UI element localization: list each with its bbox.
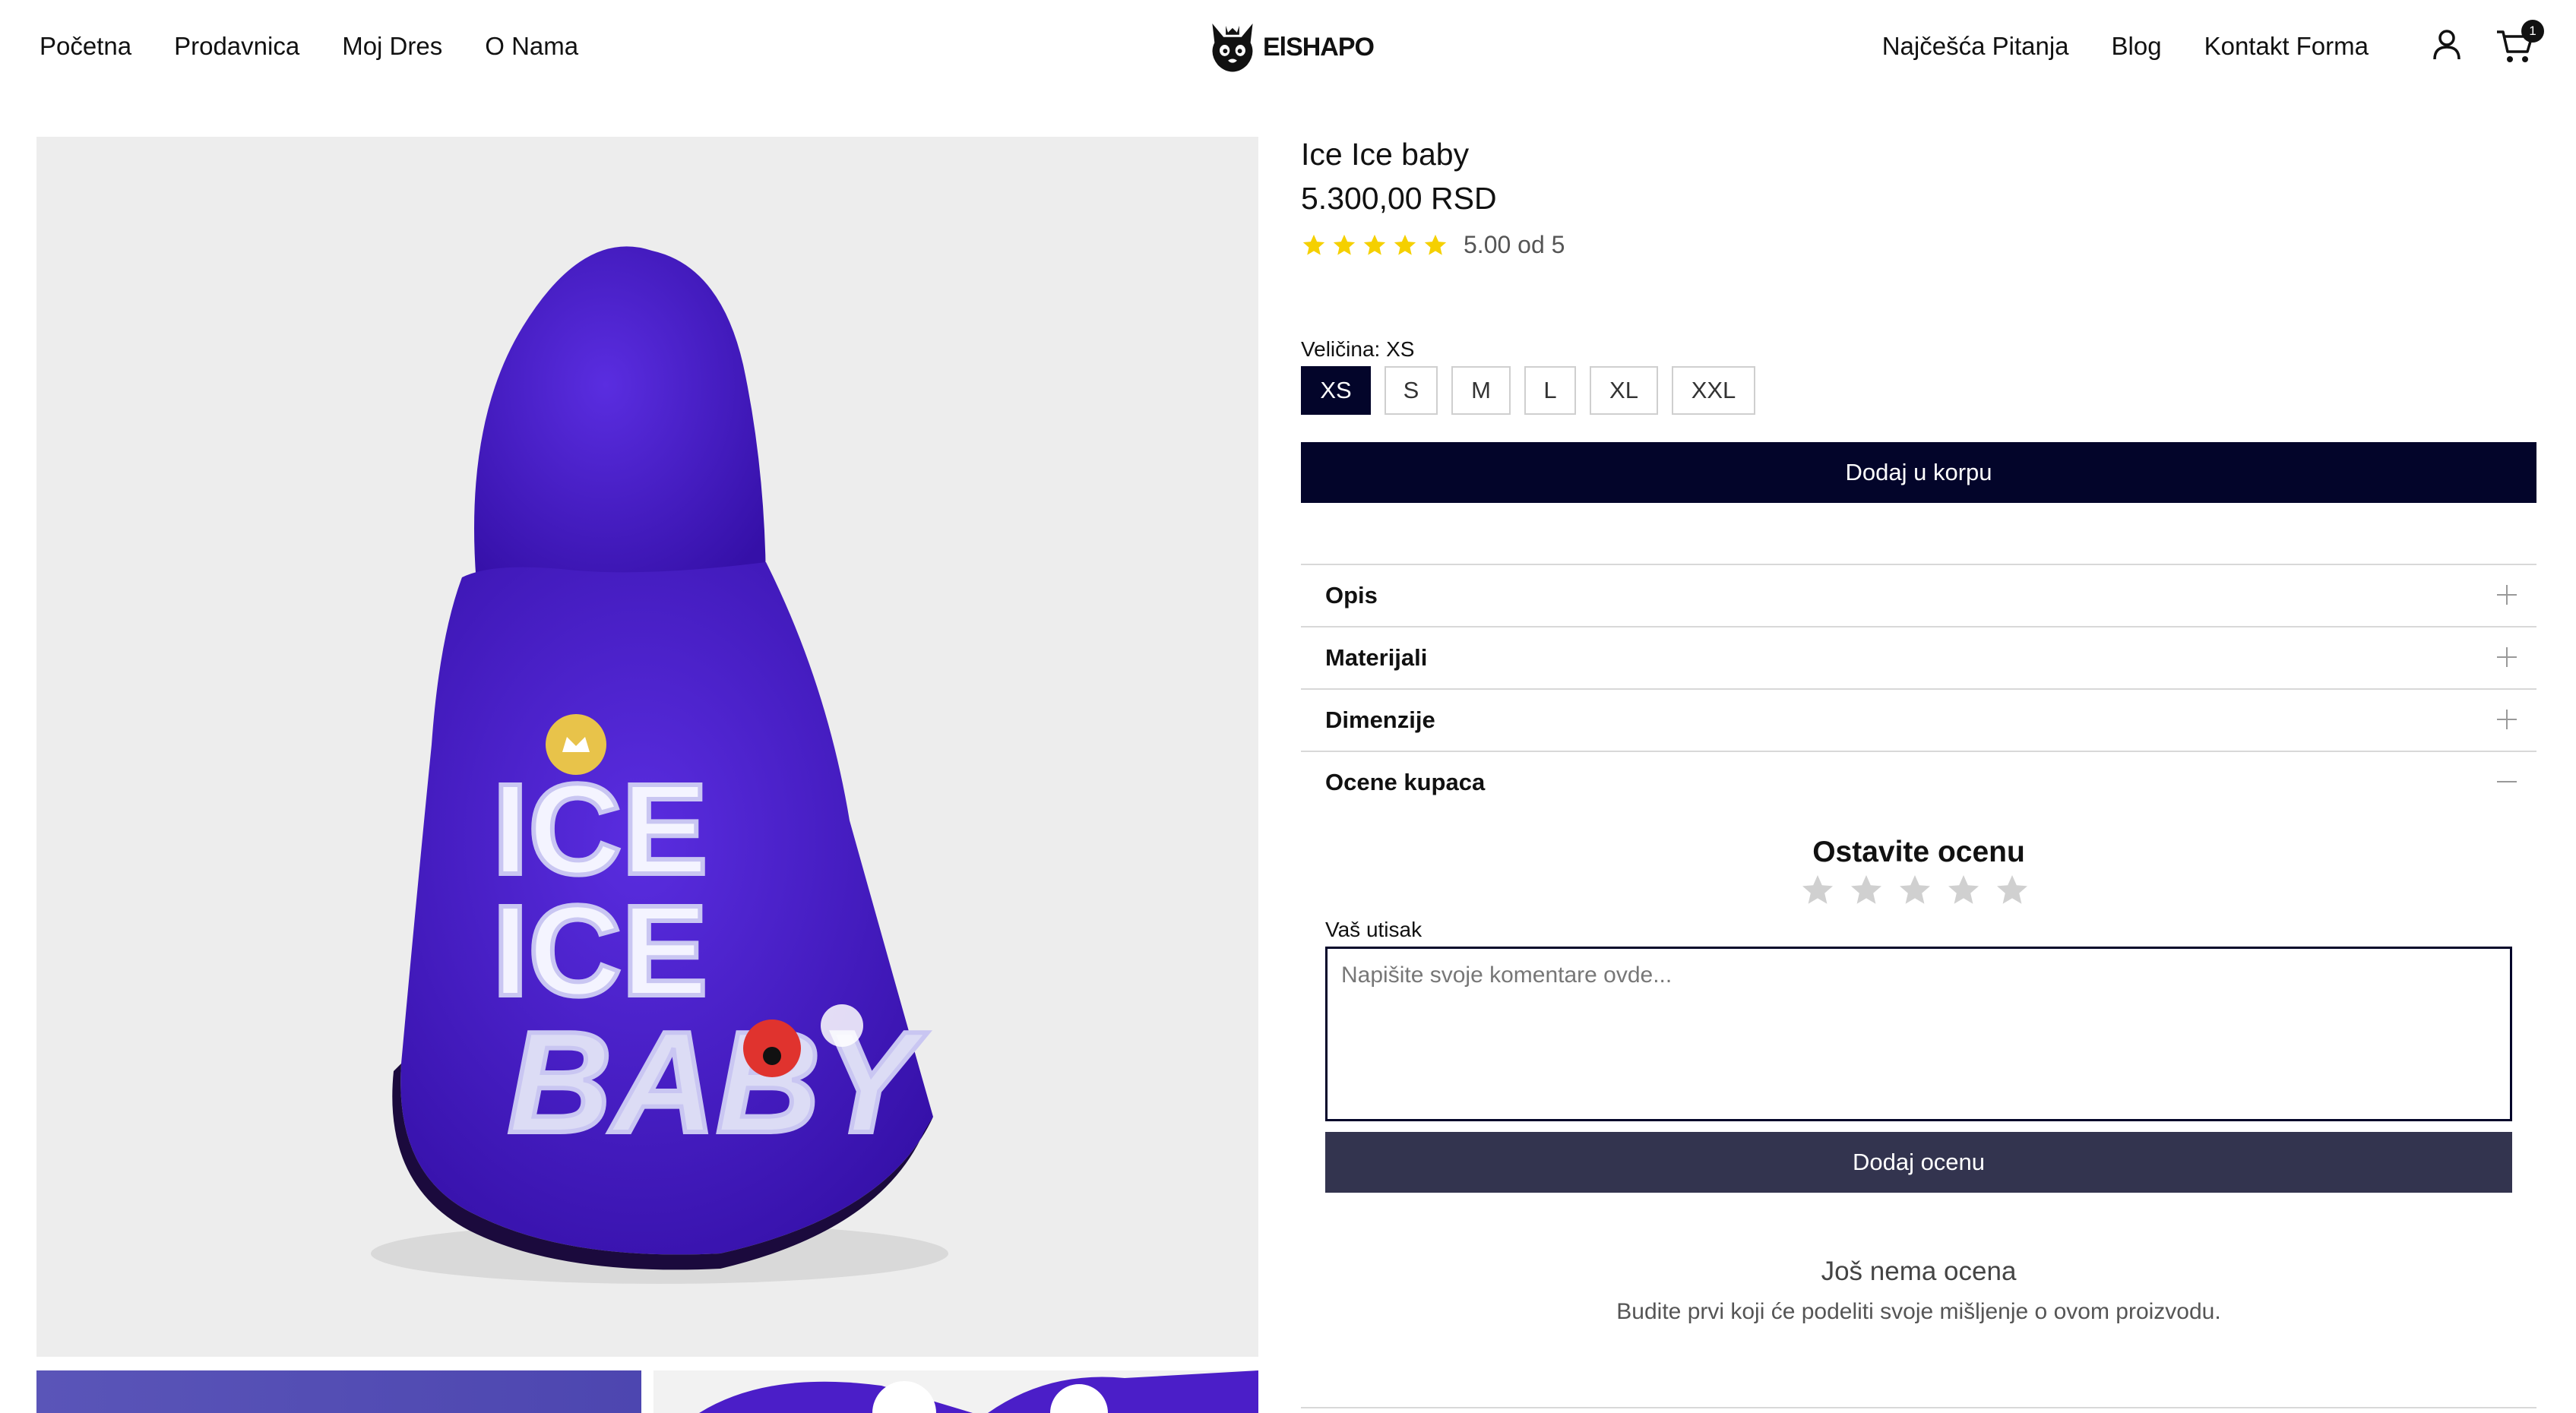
star-filled-icon [1363, 234, 1386, 255]
logo-text: ElSHAPO [1262, 32, 1375, 62]
product-price: 5.300,00 RSD [1301, 181, 1497, 216]
print-text-baby: BABY [508, 1002, 929, 1163]
accordion-opis[interactable]: Opis [1301, 564, 2536, 626]
product-title: Ice Ice baby [1301, 137, 1470, 172]
nav-link-pocetna[interactable]: Početna [40, 29, 131, 64]
accordion-dimenzije[interactable]: Dimenzije [1301, 688, 2536, 751]
rating-text: 5.00 od 5 [1464, 231, 1565, 258]
star-empty-icon[interactable] [1848, 872, 1885, 909]
divider [1301, 1407, 2536, 1408]
star-filled-icon [1394, 234, 1416, 255]
site-logo[interactable]: ElSHAPO [1207, 8, 1375, 87]
accordion-materijali[interactable]: Materijali [1301, 626, 2536, 688]
site-header: Početna Prodavnica Moj Dres O Nama ElSHA… [0, 0, 2576, 99]
user-icon [2433, 30, 2460, 60]
no-reviews-subtitle: Budite prvi koji će podeliti svoje mišlj… [1616, 1299, 2221, 1324]
star-filled-icon [1302, 234, 1325, 255]
size-option-xs[interactable]: XS [1301, 366, 1371, 415]
account-button[interactable] [2426, 24, 2468, 67]
plus-icon [2497, 647, 2517, 667]
accordion-ocene-kupaca[interactable]: Ocene kupaca [1301, 751, 2536, 813]
review-field-label: Vaš utisak [1325, 918, 1422, 941]
nav-link-kontakt-forma[interactable]: Kontakt Forma [2204, 29, 2369, 64]
nav-left: Početna Prodavnica Moj Dres O Nama [40, 29, 578, 64]
accordion-label: Opis [1325, 582, 1378, 609]
plus-icon [2497, 585, 2517, 605]
product-rating: 5.00 od 5 [1301, 231, 1565, 259]
nav-link-prodavnica[interactable]: Prodavnica [174, 29, 299, 64]
size-label: Veličina: XS [1301, 337, 1415, 361]
nav-link-blog[interactable]: Blog [2112, 29, 2162, 64]
size-option-xl[interactable]: XL [1590, 366, 1658, 415]
size-option-xxl[interactable]: XXL [1672, 366, 1755, 415]
nav-link-najcesca-pitanja[interactable]: Najčešća Pitanja [1882, 29, 2069, 64]
size-selector: XS S M L XL XXL [1301, 366, 1755, 415]
size-option-s[interactable]: S [1385, 366, 1438, 415]
size-option-l[interactable]: L [1524, 366, 1576, 415]
cart-count-badge: 1 [2521, 20, 2544, 43]
product-thumbnail-2[interactable] [653, 1370, 1258, 1413]
star-filled-icon [1424, 234, 1447, 255]
nav-link-o-nama[interactable]: O Nama [485, 29, 578, 64]
accordion-label: Ocene kupaca [1325, 769, 1486, 795]
star-empty-icon[interactable] [1945, 872, 1982, 909]
no-reviews-title: Još nema ocena [1821, 1257, 2017, 1286]
cart-button[interactable]: 1 [2494, 20, 2544, 67]
nav-right: Najčešća Pitanja Blog Kontakt Forma [1882, 29, 2369, 64]
minus-icon [2497, 781, 2517, 782]
thumbnail-2-image [653, 1370, 1258, 1413]
product-thumbnail-1[interactable] [36, 1370, 641, 1413]
accordion-label: Materijali [1325, 644, 1428, 671]
size-option-m[interactable]: M [1451, 366, 1511, 415]
product-main-image[interactable]: ICE ICE BABY [36, 137, 1258, 1357]
star-empty-icon[interactable] [1994, 872, 2030, 909]
review-form-title: Ostavite ocenu [1812, 836, 2025, 868]
rating-input [1799, 872, 2030, 909]
submit-review-button[interactable]: Dodaj ocenu [1325, 1132, 2512, 1193]
star-filled-icon [1333, 234, 1356, 255]
add-to-cart-button[interactable]: Dodaj u korpu [1301, 442, 2536, 503]
nav-link-moj-dres[interactable]: Moj Dres [342, 29, 442, 64]
plus-icon [2497, 710, 2517, 729]
bulldog-logo-icon [1212, 23, 1253, 72]
review-textarea[interactable] [1325, 947, 2512, 1121]
accordion-label: Dimenzije [1325, 706, 1435, 733]
hoodie-illustration: ICE ICE BABY [371, 246, 948, 1284]
star-empty-icon[interactable] [1799, 872, 1836, 909]
star-empty-icon[interactable] [1897, 872, 1933, 909]
